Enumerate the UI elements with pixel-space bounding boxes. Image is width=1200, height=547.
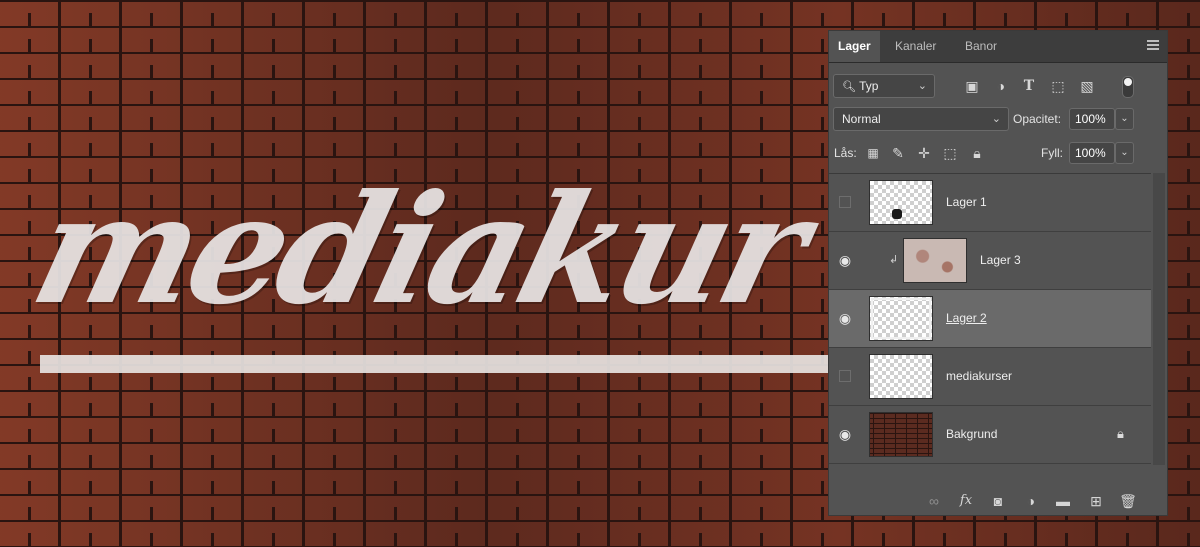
tab-channels[interactable]: Kanaler [886,31,945,62]
layer-thumbnail [869,354,933,399]
layer-row-lager-1[interactable]: Lager 1 [829,174,1151,232]
blend-mode-label: Normal [842,112,881,126]
new-layer-icon[interactable]: ⊞ [1087,492,1105,510]
lock-pixels-icon[interactable]: ✎ [889,144,907,162]
lock-artboard-icon[interactable]: ⬚ [941,144,959,162]
layer-row-lager-3[interactable]: ◉ ↲ Lager 3 [829,232,1151,290]
layer-thumbnail [869,412,933,457]
eye-icon[interactable]: ◉ [837,252,853,268]
layer-thumbnail [903,238,967,283]
add-mask-icon[interactable]: ◙ [989,492,1007,510]
canvas-logo: mediakur [18,162,840,375]
layers-list: Lager 1 ◉ ↲ Lager 3 ◉ Lager 2 mediakurse… [829,173,1151,466]
layer-thumbnail [869,180,933,225]
new-adjustment-icon[interactable]: ◑ [1022,492,1040,510]
opacity-label: Opacitet: [1013,112,1062,126]
opacity-chevron-icon[interactable]: ⌄ [1115,108,1134,130]
layers-scrollbar[interactable] [1153,173,1165,465]
eye-icon[interactable]: ◉ [837,310,853,326]
blend-mode-dropdown[interactable]: Normal ⌄ [833,107,1009,131]
shape-filter-icon[interactable]: ⬚ [1049,77,1067,95]
layers-panel: Lager Kanaler Banor 🔍︎ Typ ⌄ ▣ ◑ T ⬚ ▧ N… [828,30,1168,516]
chevron-down-icon: ⌄ [991,113,1001,125]
link-layers-icon[interactable]: ∞ [925,492,943,510]
filter-type-dropdown[interactable]: 🔍︎ Typ ⌄ [833,74,935,98]
eye-icon[interactable]: ◉ [837,426,853,442]
layer-row-lager-2[interactable]: ◉ Lager 2 [829,290,1151,348]
lock-label: Lås: [834,146,857,160]
canvas-logo-underline [40,355,840,373]
layer-row-bakgrund[interactable]: ◉ Bakgrund 🔒︎ [829,406,1151,464]
type-filter-icon[interactable]: T [1020,77,1038,95]
new-group-icon[interactable]: ▬ [1054,492,1072,510]
layer-name[interactable]: mediakurser [946,369,1012,383]
tab-paths[interactable]: Banor [956,31,1006,62]
tab-layers[interactable]: Lager [829,31,880,62]
lock-icon: 🔒︎ [1117,426,1124,441]
lock-transparency-icon[interactable]: ▦ [864,144,882,162]
fill-input[interactable]: 100% [1069,142,1115,164]
layer-name[interactable]: Lager 2 [946,311,987,325]
delete-layer-icon[interactable]: 🗑︎ [1119,492,1137,510]
image-filter-icon[interactable]: ▣ [963,77,981,95]
panel-tabs: Lager Kanaler Banor [829,31,1167,63]
lock-position-icon[interactable]: ✛ [915,144,933,162]
layer-name[interactable]: Lager 3 [980,253,1021,267]
search-icon: 🔍︎ [842,81,856,93]
layer-name[interactable]: Lager 1 [946,195,987,209]
clipping-mask-icon: ↲ [889,254,899,266]
canvas-logo-text: mediakur [18,162,820,338]
opacity-input[interactable]: 100% [1069,108,1115,130]
panel-menu-icon[interactable] [1147,40,1159,50]
chevron-down-icon: ⌄ [917,80,927,92]
visibility-toggle-empty[interactable] [839,370,851,382]
layer-thumbnail [869,296,933,341]
layer-row-mediakurser[interactable]: mediakurser [829,348,1151,406]
smart-object-filter-icon[interactable]: ▧ [1078,77,1096,95]
filter-toggle-knob [1124,78,1132,86]
layer-name[interactable]: Bakgrund [946,427,997,441]
fx-icon[interactable]: fx [957,492,975,510]
visibility-toggle-empty[interactable] [839,196,851,208]
lock-all-icon[interactable]: 🔒︎ [968,144,986,162]
fill-label: Fyll: [1041,146,1063,160]
filter-type-label: Typ [859,79,879,93]
filter-toggle[interactable] [1122,76,1134,98]
panel-bottom-bar: ∞ fx ◙ ◑ ▬ ⊞ 🗑︎ [829,486,1167,516]
adjustment-filter-icon[interactable]: ◑ [992,77,1010,95]
thumbnail-figure [892,209,902,219]
fill-chevron-icon[interactable]: ⌄ [1115,142,1134,164]
